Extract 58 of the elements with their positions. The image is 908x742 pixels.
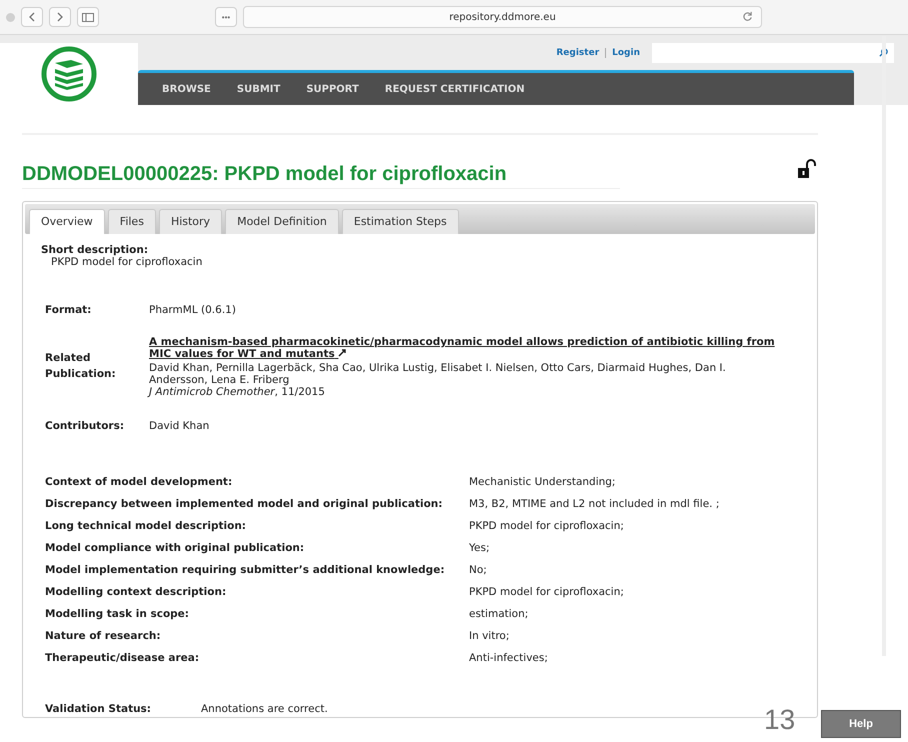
annotation-label: Modelling task in scope: — [45, 608, 190, 620]
field-value: David Khan — [149, 420, 210, 432]
annotation-value: estimation; — [469, 608, 530, 620]
annotation-value: In vitro; — [469, 630, 510, 642]
help-button[interactable]: Help — [821, 710, 901, 738]
nav-item[interactable]: SUPPORT — [306, 84, 359, 95]
field-label: Validation Status: — [45, 703, 152, 715]
tabs-button[interactable]: ••• — [215, 7, 237, 27]
field-value: PKPD model for ciprofloxacin — [50, 256, 204, 268]
header-link[interactable]: Register — [554, 48, 602, 58]
field-value: PharmML (0.6.1) — [149, 304, 237, 316]
annotation-label: Context of model development: — [45, 476, 234, 488]
tab[interactable]: Estimation Steps — [342, 209, 459, 234]
annotation-label: Long technical model description: — [45, 520, 247, 532]
reload-icon[interactable] — [742, 11, 753, 22]
tab[interactable]: History — [158, 209, 222, 234]
chevron-right-icon — [56, 12, 64, 22]
annotation-value: PKPD model for ciprofloxacin; — [469, 586, 625, 598]
annotation-label: Nature of research: — [45, 630, 162, 642]
chevron-left-icon — [28, 12, 36, 22]
page-title: DDMODEL00000225: PKPD model for ciprofloxacin — [22, 159, 620, 189]
tab[interactable]: Model Definition — [225, 209, 339, 234]
nav-item[interactable]: BROWSE — [162, 84, 211, 95]
annotation-label: Therapeutic/disease area: — [45, 652, 200, 664]
annotation-label: Model compliance with original publication: — [45, 542, 306, 554]
sidebar-button[interactable] — [77, 7, 99, 27]
publication-authors: David Khan, Pernilla Lagerbäck, Sha Cao, Ulrika Lustig, Elisabet I. Nielsen, Otto Cars, Diarmaid Hughes, Dan I. Andersson, Lena E. Friberg — [149, 362, 727, 386]
field-value: Annotations are correct. — [201, 703, 329, 715]
publication-link[interactable]: A mechanism-based pharmacokinetic/pharmacodynamic model allows prediction of antibiotic killing from MIC values for WT and mutants — [149, 336, 779, 360]
sidebar-icon — [82, 12, 94, 22]
annotation-value: No; — [469, 564, 488, 576]
slide-number: 13 — [764, 704, 796, 736]
annotation-value: Yes; — [469, 542, 490, 554]
window-dot-icon — [6, 12, 15, 22]
external-link-icon — [338, 349, 348, 357]
field-label: Related Publication: — [45, 351, 117, 382]
tab[interactable]: Overview — [29, 209, 105, 234]
back-button[interactable] — [21, 7, 43, 27]
publication-journal: J Antimicrob Chemother, 11/2015 — [149, 386, 326, 398]
open-lock-icon[interactable] — [797, 159, 819, 181]
book-stack-logo-icon[interactable] — [41, 46, 97, 102]
address-bar[interactable]: repository.ddmore.eu — [243, 6, 762, 28]
annotation-label: Discrepancy between implemented model and original publication: — [45, 498, 444, 510]
nav-item[interactable]: SUBMIT — [236, 84, 280, 95]
annotation-label: Modelling context description: — [45, 586, 228, 598]
annotation-value: Mechanistic Understanding; — [469, 476, 616, 488]
tab[interactable]: Files — [108, 209, 156, 234]
annotation-value: PKPD model for ciprofloxacin; — [469, 520, 625, 532]
nav-item[interactable]: REQUEST CERTIFICATION — [384, 84, 525, 95]
header-link[interactable]: Login — [610, 48, 642, 58]
field-label: Short description: — [41, 244, 150, 256]
annotation-value: M3, B2, MTIME and L2 not included in mdl file. ; — [469, 498, 720, 510]
search-field[interactable] — [652, 42, 894, 63]
forward-button[interactable] — [49, 7, 71, 27]
field-label: Contributors: — [45, 420, 126, 432]
field-label: Format: — [45, 304, 92, 316]
annotation-label: Model implementation requiring submitter’s additional knowledge: — [45, 564, 446, 576]
annotation-value: Anti-infectives; — [469, 652, 549, 664]
